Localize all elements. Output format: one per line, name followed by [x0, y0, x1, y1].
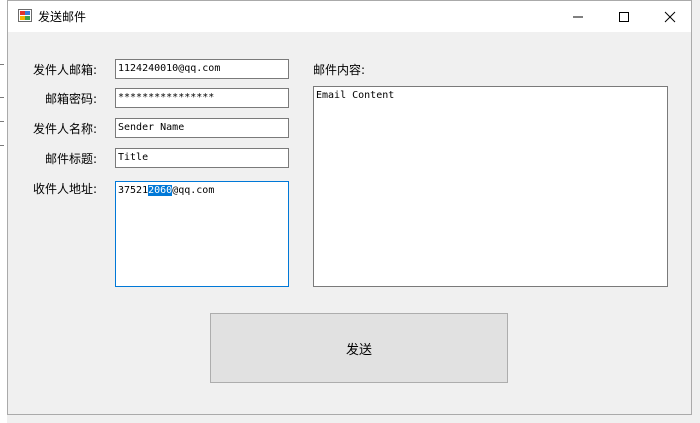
recipient-address-label: 收件人地址: [32, 182, 97, 196]
background-window-edge [0, 0, 7, 423]
email-content-label: 邮件内容: [313, 63, 366, 77]
send-button[interactable]: 发送 [210, 313, 508, 383]
sender-name-label: 发件人名称: [32, 122, 97, 136]
sender-email-input[interactable]: 1124240010@qq.com [115, 59, 289, 79]
close-button[interactable] [647, 1, 693, 32]
minimize-button[interactable] [555, 1, 601, 32]
email-subject-input[interactable]: Title [115, 148, 289, 168]
mail-app-icon [18, 9, 32, 22]
email-password-input[interactable]: **************** [115, 88, 289, 108]
window-title: 发送邮件 [38, 10, 87, 24]
send-mail-window: 发送邮件 发件人邮箱: 邮箱密码: 发件人名称: 邮件标题: 收件人地址: 邮件… [7, 0, 692, 415]
sender-name-input[interactable]: Sender Name [115, 118, 289, 138]
email-content-textarea[interactable]: Email Content [313, 86, 668, 287]
close-icon [664, 11, 676, 23]
sender-email-label: 发件人邮箱: [32, 63, 97, 77]
email-password-label: 邮箱密码: [44, 92, 97, 106]
recipient-text-selected: 2060 [148, 185, 173, 196]
email-subject-label: 邮件标题: [44, 152, 97, 166]
recipient-text-before: 37521 [118, 185, 149, 196]
recipient-address-textarea[interactable]: 375212060@qq.com [115, 181, 289, 287]
maximize-icon [619, 12, 629, 22]
minimize-icon [573, 16, 583, 18]
maximize-button[interactable] [601, 1, 647, 32]
title-bar[interactable]: 发送邮件 [8, 1, 691, 32]
recipient-text-after: @qq.com [172, 185, 215, 196]
